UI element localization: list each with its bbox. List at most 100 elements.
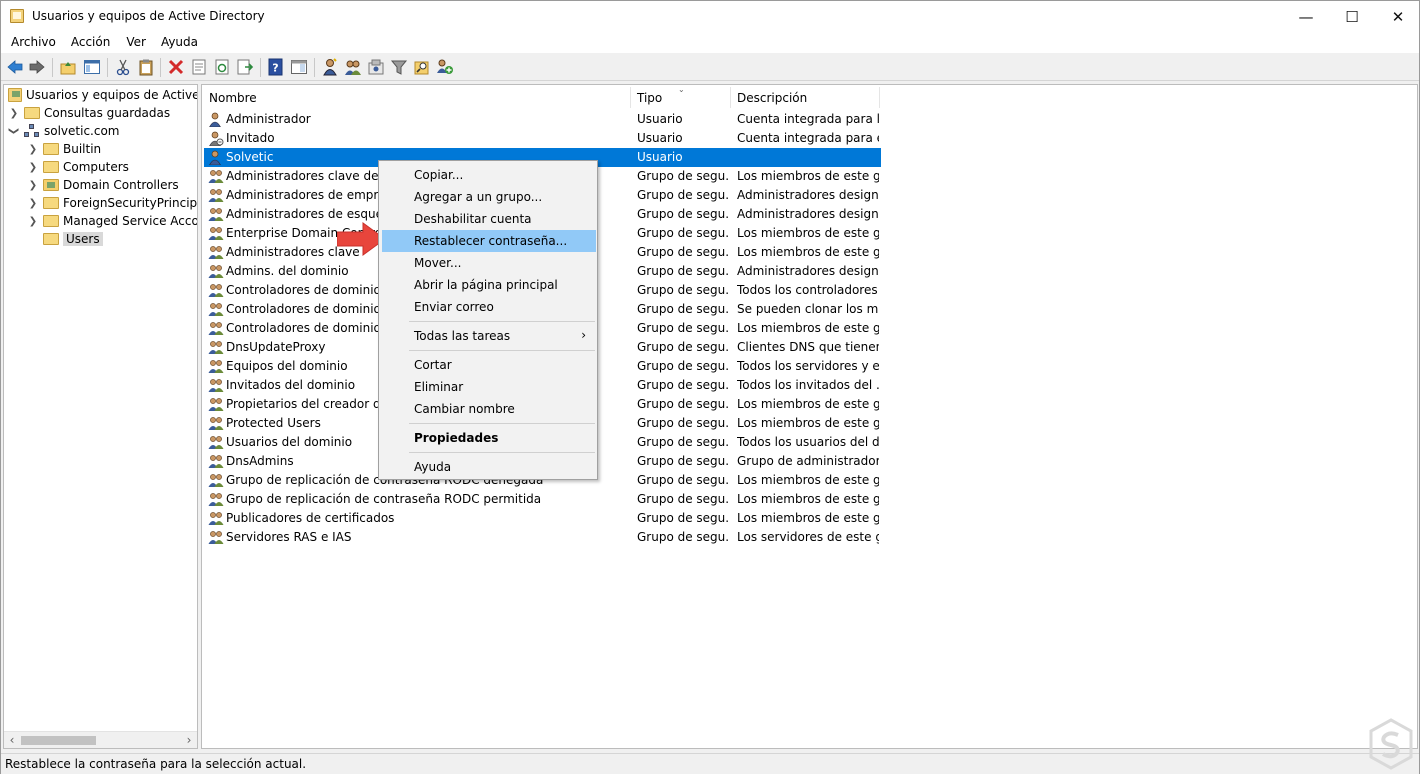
row-type: Grupo de segu...	[637, 492, 729, 506]
chevron-right-icon[interactable]: ❯	[27, 176, 39, 194]
scroll-right-icon[interactable]: ›	[182, 733, 196, 748]
tree-root[interactable]: Usuarios y equipos de Active Directory	[8, 86, 197, 104]
table-row[interactable]: Publicadores de certificados Grupo de seg…	[204, 509, 881, 528]
group-icon	[208, 302, 224, 317]
menu-disable-account[interactable]: Deshabilitar cuenta	[382, 208, 596, 230]
scroll-left-icon[interactable]: ‹	[5, 733, 19, 748]
tree-foreign-security-principals[interactable]: ❯ ForeignSecurityPrincipals	[27, 194, 197, 212]
menu-send-mail[interactable]: Enviar correo	[382, 296, 596, 318]
group-icon	[208, 321, 224, 336]
row-type: Grupo de segu...	[637, 435, 729, 449]
ou-folder-icon	[43, 179, 59, 191]
row-description: Los servidores de este gr...	[737, 530, 879, 544]
properties-icon[interactable]	[190, 58, 208, 76]
close-button[interactable]: ✕	[1375, 1, 1420, 32]
table-row[interactable]: Grupo de replicación de contraseña RODC …	[204, 490, 881, 509]
row-description: Cuenta integrada para la...	[737, 112, 879, 126]
chevron-right-icon[interactable]: ❯	[27, 212, 39, 230]
row-description: Los miembros de este gr...	[737, 245, 879, 259]
table-row[interactable]: Administrador Usuario Cuenta integrada par…	[204, 110, 881, 129]
row-description: Administradores design...	[737, 207, 879, 221]
paste-icon[interactable]	[137, 58, 155, 76]
find-icon[interactable]	[413, 58, 431, 76]
delete-icon[interactable]	[167, 58, 185, 76]
menu-copy[interactable]: Copiar...	[382, 164, 596, 186]
menu-move[interactable]: Mover...	[382, 252, 596, 274]
domain-icon	[24, 124, 40, 138]
row-name: Servidores RAS e IAS	[226, 530, 352, 544]
row-name: Administrador	[226, 112, 311, 126]
group-icon	[208, 511, 224, 526]
new-user-icon[interactable]	[321, 58, 339, 76]
menu-ayuda[interactable]: Ayuda	[161, 32, 198, 53]
tree-domain[interactable]: ❯ solvetic.com	[8, 122, 120, 140]
tree-domain-controllers[interactable]: ❯ Domain Controllers	[27, 176, 179, 194]
tree-computers[interactable]: ❯ Computers	[27, 158, 129, 176]
chevron-right-icon[interactable]: ❯	[27, 140, 39, 158]
add-to-group-icon[interactable]	[436, 58, 454, 76]
menu-bar: Archivo Acción Ver Ayuda	[1, 32, 1419, 53]
new-ou-icon[interactable]	[367, 58, 385, 76]
row-description: Todos los servidores y es...	[737, 359, 879, 373]
chevron-right-icon[interactable]: ❯	[27, 194, 39, 212]
maximize-button[interactable]: ☐	[1329, 1, 1375, 32]
horizontal-scrollbar[interactable]: ‹ ›	[4, 731, 197, 748]
folder-icon	[24, 107, 40, 119]
title-bar: Usuarios y equipos de Active Directory —…	[1, 1, 1419, 32]
row-description: Los miembros de este gr...	[737, 511, 879, 525]
group-icon	[208, 283, 224, 298]
show-actions-pane-icon[interactable]	[290, 58, 308, 76]
menu-ver[interactable]: Ver	[126, 32, 146, 53]
row-name: Invitado	[226, 131, 275, 145]
menu-archivo[interactable]: Archivo	[11, 32, 56, 53]
refresh-icon[interactable]	[213, 58, 231, 76]
menu-all-tasks-label: Todas las tareas	[414, 329, 511, 343]
export-list-icon[interactable]	[236, 58, 254, 76]
tree-label: Consultas guardadas	[44, 106, 171, 120]
group-icon	[208, 473, 224, 488]
chevron-right-icon[interactable]: ❯	[8, 104, 20, 122]
filter-icon[interactable]	[390, 58, 408, 76]
menu-accion[interactable]: Acción	[71, 32, 110, 53]
new-group-icon[interactable]	[344, 58, 362, 76]
row-description: Los miembros de este gr...	[737, 416, 879, 430]
forward-arrow-icon[interactable]	[28, 58, 46, 76]
table-row[interactable]: Invitado Usuario Cuenta integrada para el.…	[204, 129, 881, 148]
menu-cut[interactable]: Cortar	[382, 354, 596, 376]
menu-rename[interactable]: Cambiar nombre	[382, 398, 596, 420]
menu-help[interactable]: Ayuda	[382, 456, 596, 478]
menu-delete[interactable]: Eliminar	[382, 376, 596, 398]
scrollbar-thumb[interactable]	[21, 736, 96, 745]
column-header-name[interactable]: Nombre	[203, 87, 631, 108]
table-row[interactable]: Servidores RAS e IAS Grupo de segu... Los …	[204, 528, 881, 547]
row-type: Grupo de segu...	[637, 169, 729, 183]
chevron-down-icon[interactable]: ❯	[5, 125, 23, 137]
cut-icon[interactable]	[114, 58, 132, 76]
show-tree-icon[interactable]	[83, 58, 101, 76]
chevron-right-icon[interactable]: ❯	[27, 158, 39, 176]
row-type: Grupo de segu...	[637, 454, 729, 468]
console-root-icon	[8, 88, 22, 102]
menu-all-tasks[interactable]: Todas las tareas ›	[382, 325, 596, 347]
column-header-description[interactable]: Descripción	[731, 87, 880, 108]
tree-label: Builtin	[63, 142, 102, 156]
menu-reset-password[interactable]: Restablecer contraseña...	[382, 230, 596, 252]
toolbar-separator	[314, 58, 315, 77]
svg-text:?: ?	[272, 62, 278, 75]
toolbar-separator	[260, 58, 261, 77]
menu-add-to-group[interactable]: Agregar a un grupo...	[382, 186, 596, 208]
up-folder-icon[interactable]	[59, 58, 77, 76]
tree-saved-queries[interactable]: ❯ Consultas guardadas	[8, 104, 170, 122]
tree-managed-service-accounts[interactable]: ❯ Managed Service Accounts	[27, 212, 197, 230]
row-description: Los miembros de este gr...	[737, 397, 879, 411]
row-description: Todos los controladores ...	[737, 283, 879, 297]
tree-builtin[interactable]: ❯ Builtin	[27, 140, 101, 158]
help-icon[interactable]: ?	[267, 58, 285, 76]
menu-properties[interactable]: Propiedades	[382, 427, 596, 449]
menu-separator	[409, 350, 595, 351]
back-arrow-icon[interactable]	[6, 58, 24, 76]
row-type: Grupo de segu...	[637, 378, 729, 392]
tree-users[interactable]: Users	[27, 230, 103, 248]
menu-open-home-page[interactable]: Abrir la página principal	[382, 274, 596, 296]
minimize-button[interactable]: —	[1283, 1, 1329, 32]
